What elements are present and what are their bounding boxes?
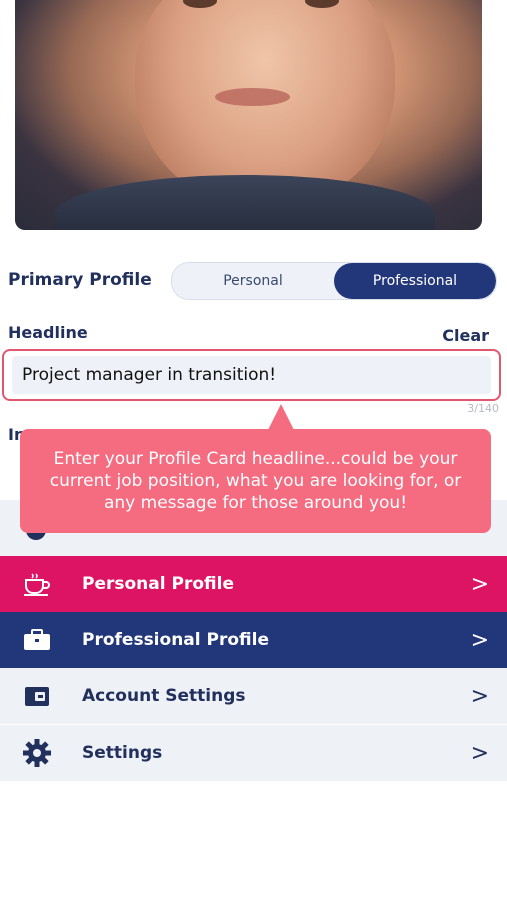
tooltip-arrow (268, 404, 294, 430)
chevron-right-icon: > (470, 740, 489, 766)
clear-button[interactable]: Clear (442, 326, 489, 345)
primary-profile-label: Primary Profile (8, 270, 152, 290)
chevron-right-icon: > (470, 571, 489, 597)
briefcase-icon (22, 626, 52, 654)
menu-item-personal-profile[interactable]: Personal Profile > (0, 556, 507, 612)
menu-item-professional-profile[interactable]: Professional Profile > (0, 612, 507, 668)
primary-profile-toggle[interactable]: Personal Professional (171, 262, 497, 300)
photo-detail (55, 175, 435, 230)
wallet-icon (22, 682, 52, 710)
headline-tooltip[interactable]: Enter your Profile Card headline...could… (20, 429, 491, 533)
menu-item-label: Settings (82, 743, 163, 763)
chevron-right-icon: > (470, 627, 489, 653)
coffee-cup-icon (22, 570, 52, 598)
toggle-personal[interactable]: Personal (172, 263, 334, 299)
headline-input-value[interactable]: Project manager in transition! (12, 356, 491, 394)
character-counter: 3/140 (467, 402, 499, 415)
headline-label: Headline (8, 323, 88, 342)
profile-photo[interactable] (15, 0, 482, 230)
toggle-professional[interactable]: Professional (334, 263, 496, 299)
headline-input[interactable]: Project manager in transition! (2, 349, 501, 401)
menu-item-account-settings[interactable]: Account Settings > (0, 668, 507, 724)
menu-item-label: Personal Profile (82, 574, 234, 594)
menu-item-label: Professional Profile (82, 630, 269, 650)
menu-item-settings[interactable]: Settings > (0, 725, 507, 781)
chevron-right-icon: > (470, 683, 489, 709)
tooltip-text: Enter your Profile Card headline...could… (49, 449, 462, 513)
photo-detail (215, 88, 290, 106)
gear-icon (22, 739, 52, 767)
menu-item-label: Account Settings (82, 686, 246, 706)
